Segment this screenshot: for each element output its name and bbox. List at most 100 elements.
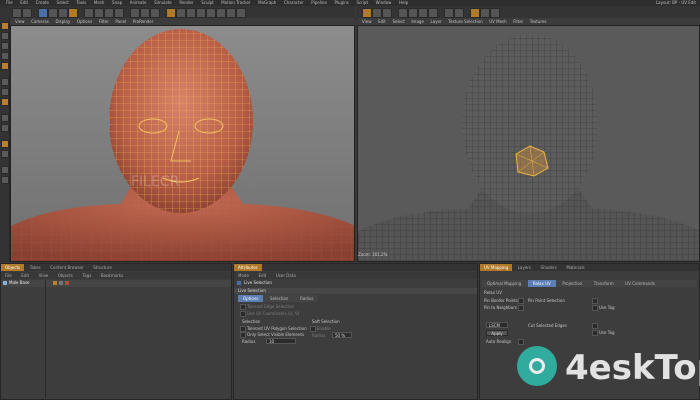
- texture-tag-icon[interactable]: [53, 281, 57, 285]
- uv-polygons-icon[interactable]: [382, 8, 392, 18]
- move-icon[interactable]: [48, 8, 58, 18]
- scale-icon[interactable]: [58, 8, 68, 18]
- relax-method-dropdown[interactable]: LSCM: [486, 322, 508, 328]
- pin-neighbors-checkbox[interactable]: [518, 305, 524, 311]
- redo-icon[interactable]: [22, 8, 32, 18]
- undo-icon[interactable]: [12, 8, 22, 18]
- polygons-mode-icon[interactable]: [1, 62, 9, 70]
- lock-workplane-icon[interactable]: [1, 124, 9, 132]
- objects-menu-file[interactable]: File: [1, 272, 16, 279]
- subtab-options[interactable]: Options: [238, 295, 264, 302]
- attributes-menu-edit[interactable]: Edit: [255, 272, 271, 279]
- radius-field[interactable]: 10: [266, 338, 296, 344]
- cut-selected-edges-checkbox[interactable]: [592, 323, 598, 329]
- points-mode-icon[interactable]: [1, 42, 9, 50]
- texture-menu-view[interactable]: View: [362, 18, 372, 25]
- material-tag-icon[interactable]: [65, 281, 69, 285]
- tab-attributes[interactable]: Attributes: [234, 264, 262, 271]
- camera-icon[interactable]: [226, 8, 236, 18]
- visible-only-checkbox[interactable]: [240, 304, 246, 310]
- objects-menu-view[interactable]: View: [35, 272, 53, 279]
- texture-menu-select[interactable]: Select: [392, 18, 404, 25]
- coordinate-system-icon[interactable]: [114, 8, 124, 18]
- apply-button[interactable]: Apply: [486, 330, 508, 336]
- viewport-menu-options[interactable]: Options: [77, 18, 92, 25]
- floor-icon[interactable]: [216, 8, 226, 18]
- tab-takes[interactable]: Takes: [26, 264, 45, 271]
- tab-shaders[interactable]: Shaders: [537, 264, 561, 271]
- texture-menu-layer[interactable]: Layer: [431, 18, 442, 25]
- subtab-projection[interactable]: Projection: [557, 280, 587, 287]
- perspective-viewport[interactable]: FILECR: [10, 25, 355, 262]
- soft-radius-field[interactable]: 50 %: [332, 332, 352, 338]
- tab-layers[interactable]: Layers: [514, 264, 535, 271]
- deformer-icon[interactable]: [206, 8, 216, 18]
- projection-painting-icon[interactable]: [470, 8, 480, 18]
- objects-menu-edit[interactable]: Edit: [17, 272, 33, 279]
- texture-menu-edit[interactable]: Edit: [378, 18, 386, 25]
- color-picker-icon[interactable]: [490, 8, 500, 18]
- viewport-menu-cameras[interactable]: Cameras: [31, 18, 49, 25]
- brush-icon[interactable]: [398, 8, 408, 18]
- objects-menu-tags[interactable]: Tags: [78, 272, 95, 279]
- viewport-menu-view[interactable]: View: [15, 18, 25, 25]
- subtab-selection[interactable]: Selection: [265, 295, 293, 302]
- clone-icon[interactable]: [428, 8, 438, 18]
- tab-materials[interactable]: Materials: [562, 264, 588, 271]
- subtab-transform[interactable]: Transform: [589, 280, 619, 287]
- tab-uv-mapping[interactable]: UV Mapping: [480, 264, 513, 271]
- x-axis-icon[interactable]: [84, 8, 94, 18]
- z-axis-icon[interactable]: [104, 8, 114, 18]
- tweak-mode-icon[interactable]: [1, 88, 9, 96]
- attributes-menu-user-data[interactable]: User Data: [272, 272, 300, 279]
- paint-setup-icon[interactable]: [362, 8, 372, 18]
- texture-menu-filter[interactable]: Filter: [513, 18, 523, 25]
- tab-structure[interactable]: Structure: [89, 264, 116, 271]
- use-tag-checkbox[interactable]: [592, 305, 598, 311]
- viewport-menu-display[interactable]: Display: [55, 18, 70, 25]
- attributes-menu-mode[interactable]: Mode: [234, 272, 253, 279]
- subdivision-icon[interactable]: [186, 8, 196, 18]
- viewport-menu-panel[interactable]: Panel: [115, 18, 126, 25]
- y-axis-icon[interactable]: [94, 8, 104, 18]
- workplane-icon[interactable]: [1, 114, 9, 122]
- texture-menu-uv-mesh[interactable]: UV Mesh: [489, 18, 506, 25]
- subtab-relax-uv[interactable]: Relax UV: [527, 280, 556, 287]
- tab-content-browser[interactable]: Content Browser: [46, 264, 87, 271]
- texture-menu-texture-selection[interactable]: Texture Selection: [448, 18, 482, 25]
- snap-icon[interactable]: [1, 98, 9, 106]
- subtab-uv-commands[interactable]: UV Commands: [620, 280, 660, 287]
- axis-mode-icon[interactable]: [1, 78, 9, 86]
- render-settings-icon[interactable]: [150, 8, 160, 18]
- edges-mode-icon[interactable]: [1, 52, 9, 60]
- solo-icon[interactable]: [1, 140, 9, 148]
- rotate-icon[interactable]: [68, 8, 78, 18]
- array-icon[interactable]: [196, 8, 206, 18]
- uv-coordinates-checkbox[interactable]: [240, 311, 246, 317]
- uvw-tag-icon[interactable]: [59, 281, 63, 285]
- paint-icon[interactable]: [1, 176, 9, 184]
- subtab-optimal-mapping[interactable]: Optimal Mapping: [482, 280, 526, 287]
- tab-objects[interactable]: Objects: [1, 264, 25, 271]
- objects-menu-objects[interactable]: Objects: [54, 272, 77, 279]
- pin-point-selection-checkbox[interactable]: [592, 298, 598, 304]
- cube-icon[interactable]: [166, 8, 176, 18]
- fill-icon[interactable]: [418, 8, 428, 18]
- pen-icon[interactable]: [176, 8, 186, 18]
- grid-icon[interactable]: [1, 150, 9, 158]
- light-icon[interactable]: [236, 8, 246, 18]
- table-row[interactable]: Male Base: [1, 280, 231, 287]
- texture-mode-icon[interactable]: [1, 32, 9, 40]
- render-picture-viewer-icon[interactable]: [140, 8, 150, 18]
- visible-elements-checkbox[interactable]: [240, 332, 246, 338]
- sculpt-icon[interactable]: [1, 166, 9, 174]
- texture-menu-textures[interactable]: Textures: [530, 18, 547, 25]
- live-selection-icon[interactable]: [38, 8, 48, 18]
- pin-border-checkbox[interactable]: [518, 298, 524, 304]
- use-tag-2-checkbox[interactable]: [592, 330, 598, 336]
- render-view-icon[interactable]: [130, 8, 140, 18]
- eraser-icon[interactable]: [408, 8, 418, 18]
- texture-menu-image[interactable]: Image: [411, 18, 424, 25]
- viewport-menu-prorender[interactable]: ProRender: [133, 18, 154, 25]
- objects-menu-bookmarks[interactable]: Bookmarks: [97, 272, 127, 279]
